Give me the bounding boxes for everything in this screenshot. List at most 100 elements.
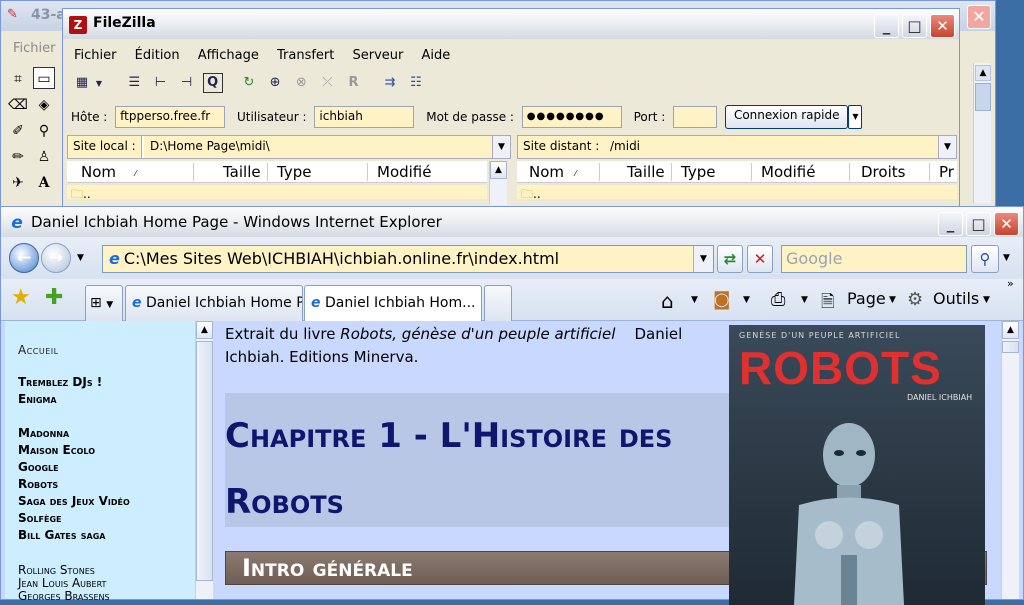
nav-tremblez-djs[interactable]: Tremblez DJs ! (18, 375, 102, 389)
local-tree-icon[interactable]: ⊢ (150, 73, 170, 93)
queue-icon[interactable]: Q (202, 73, 223, 93)
refresh-button[interactable]: ⇄ (717, 245, 743, 273)
menu-affichage[interactable]: Affichage (198, 45, 259, 67)
page-dropdown-icon[interactable]: ▼ (889, 295, 896, 305)
col-modifie[interactable]: Modifié (761, 163, 816, 181)
search-input[interactable]: Google (781, 245, 967, 273)
nav-solfege[interactable]: Solfège (18, 511, 62, 525)
site-manager-icon[interactable]: ▦ (72, 73, 92, 93)
feeds-icon[interactable]: ◙ (713, 289, 730, 310)
nav-bill-gates-saga[interactable]: Bill Gates saga (18, 528, 106, 542)
text-tool-icon[interactable]: A (33, 172, 55, 194)
color-picker-icon[interactable]: ✐ (7, 120, 29, 142)
home-icon[interactable]: ⌂ (661, 289, 674, 313)
scroll-up-icon[interactable]: ▲ (490, 161, 507, 179)
col-type[interactable]: Type (681, 163, 715, 181)
page-icon[interactable]: 🗎 (821, 289, 835, 318)
scroll-thumb[interactable] (975, 83, 991, 111)
page-scrollbar[interactable]: ▲ (1001, 321, 1019, 599)
add-favorites-icon[interactable]: ✚ (45, 285, 63, 310)
compare-icon[interactable]: ⇉ (380, 73, 400, 93)
nav-georges-brassens[interactable]: Georges Brassens (18, 589, 110, 603)
paint-close-button[interactable]: ✕ (967, 5, 991, 29)
page-menu[interactable]: Page (847, 289, 886, 308)
dropdown-arrow-icon[interactable]: ▼ (94, 74, 104, 94)
favorites-star-icon[interactable]: ★ (11, 285, 31, 310)
host-input[interactable]: ftpperso.free.fr (115, 106, 226, 128)
col-nom[interactable]: Nom (81, 163, 116, 181)
col-type[interactable]: Type (277, 163, 311, 181)
scroll-up-icon[interactable]: ▲ (1002, 321, 1019, 339)
back-button[interactable]: ← (9, 243, 39, 273)
scroll-thumb[interactable] (1002, 341, 1019, 353)
refresh-icon[interactable]: ↻ (239, 73, 259, 93)
brush-icon[interactable]: ♙ (33, 146, 55, 168)
close-button[interactable]: ✕ (930, 14, 955, 38)
minimize-button[interactable]: _ (874, 14, 899, 38)
nav-accueil[interactable]: Accueil (18, 343, 59, 357)
airbrush-icon[interactable]: ✈ (7, 172, 29, 194)
rect-select-icon[interactable]: ▭ (33, 67, 55, 89)
tab-2[interactable]: e Daniel Ichbiah Hom... ✕ (304, 285, 482, 321)
gear-icon[interactable]: ⚙ (907, 289, 923, 310)
menu-fichier[interactable]: Fichier (74, 45, 117, 67)
cancel-icon[interactable]: ⊗ (291, 73, 311, 93)
paint-scrollbar[interactable]: ▲ (973, 63, 991, 203)
tab-1[interactable]: e Daniel Ichbiah Home P... (125, 285, 303, 321)
search-button[interactable]: ⚲ (971, 245, 999, 273)
menu-serveur[interactable]: Serveur (353, 45, 404, 67)
col-taille[interactable]: Taille (627, 163, 665, 181)
free-select-icon[interactable]: ⌗ (7, 68, 29, 90)
local-parent-row[interactable]: 🗀.. (67, 185, 487, 201)
pencil-icon[interactable]: ✏ (7, 146, 29, 168)
col-droits[interactable]: Droits (861, 163, 905, 181)
print-dropdown-icon[interactable]: ▼ (801, 295, 808, 305)
address-bar[interactable]: e C:\Mes Sites Web\ICHBIAH\ichbiah.online… (102, 245, 714, 273)
history-dropdown-icon[interactable]: ▼ (77, 253, 84, 263)
nav-scrollbar[interactable]: ▲ (195, 321, 213, 599)
menu-transfert[interactable]: Transfert (277, 45, 334, 67)
disconnect-icon[interactable]: ⤫ (317, 73, 337, 93)
forward-button[interactable]: → (41, 243, 71, 273)
quick-tabs-button[interactable]: ⊞ ▼ (85, 285, 123, 321)
eraser-icon[interactable]: ⌫ (7, 94, 29, 116)
col-taille[interactable]: Taille (223, 163, 261, 181)
menu-edition[interactable]: Édition (135, 45, 180, 67)
nav-google[interactable]: Google (18, 460, 59, 474)
stop-button[interactable]: ✕ (747, 245, 773, 273)
port-input[interactable] (673, 106, 718, 128)
remote-path-dropdown-icon[interactable]: ▼ (938, 136, 956, 158)
nav-saga-jeux-video[interactable]: Saga des Jeux Vidéo (18, 494, 130, 508)
nav-maison-ecolo[interactable]: Maison Ecolo (18, 443, 95, 457)
message-log-icon[interactable]: ☰ (124, 73, 144, 93)
maximize-button[interactable]: □ (966, 212, 991, 236)
col-modifie[interactable]: Modifié (377, 163, 432, 181)
tools-dropdown-icon[interactable]: ▼ (983, 295, 990, 305)
quickconnect-button[interactable]: Connexion rapide (724, 105, 849, 129)
nav-madonna[interactable]: Madonna (18, 426, 69, 440)
fill-icon[interactable]: ◈ (33, 94, 55, 116)
col-proprietaire[interactable]: Pr (939, 163, 954, 181)
process-queue-icon[interactable]: ⊕ (265, 73, 285, 93)
remote-path-input[interactable]: /midi (604, 136, 938, 158)
local-path-dropdown-icon[interactable]: ▼ (492, 136, 510, 158)
filter-icon[interactable]: ☷ (406, 73, 426, 93)
feeds-dropdown-icon[interactable]: ▼ (743, 295, 750, 305)
address-dropdown-icon[interactable]: ▼ (693, 246, 713, 272)
user-input[interactable]: ichbiah (314, 106, 415, 128)
print-icon[interactable]: ⎙ (771, 289, 785, 310)
new-tab-button[interactable] (484, 285, 512, 321)
home-dropdown-icon[interactable]: ▼ (691, 295, 698, 305)
maximize-button[interactable]: □ (902, 14, 927, 38)
minimize-button[interactable]: _ (938, 212, 963, 236)
local-scrollbar[interactable]: ▲ (489, 161, 507, 205)
reconnect-icon[interactable]: R (344, 73, 364, 93)
magnifier-icon[interactable]: ⚲ (33, 120, 55, 142)
nav-robots[interactable]: Robots (18, 477, 58, 491)
menu-aide[interactable]: Aide (422, 45, 451, 67)
chevron-right-icon[interactable]: » (1007, 277, 1014, 290)
nav-rolling-stones[interactable]: Rolling Stones (18, 563, 95, 577)
local-path-input[interactable]: D:\Home Page\midi\ (144, 136, 492, 158)
remote-parent-row[interactable]: 🗀.. (517, 185, 957, 201)
tools-menu[interactable]: Outils (933, 289, 979, 308)
